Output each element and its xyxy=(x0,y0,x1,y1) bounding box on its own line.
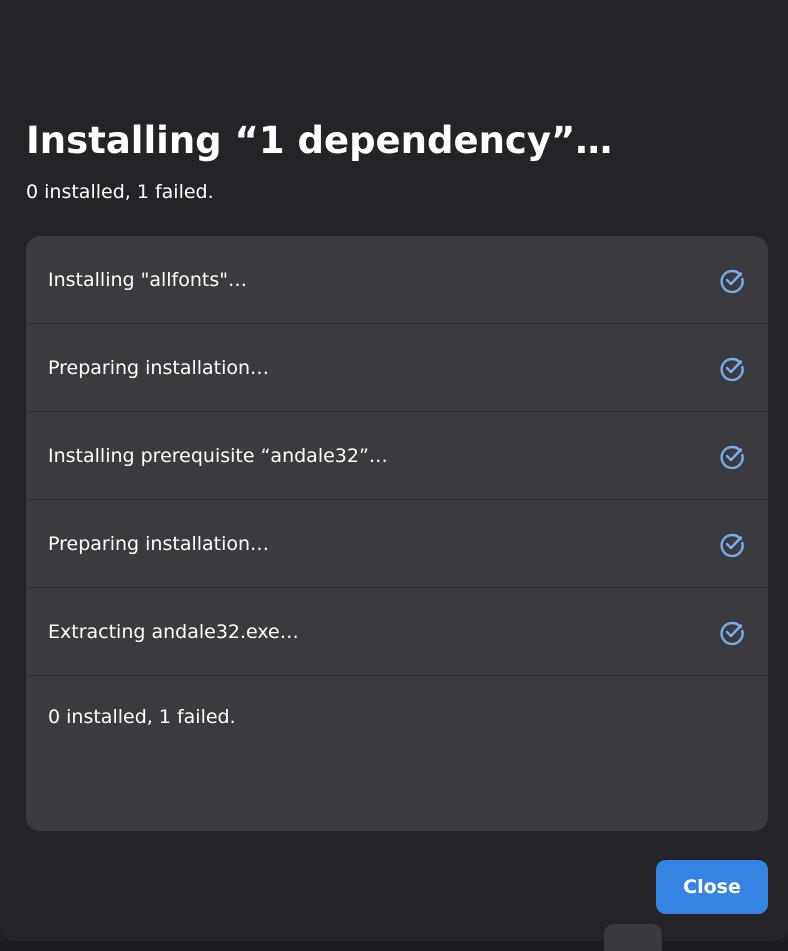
check-circle-icon xyxy=(718,618,746,646)
step-row: Extracting andale32.exe… xyxy=(26,588,768,676)
check-circle-icon xyxy=(718,354,746,382)
step-label: Preparing installation… xyxy=(48,356,270,379)
background-window-strip xyxy=(0,941,788,951)
dialog-title: Installing “1 dependency”… xyxy=(26,119,613,162)
step-label: Extracting andale32.exe… xyxy=(48,620,299,643)
step-row: Installing "allfonts"… xyxy=(26,236,768,324)
progress-list[interactable]: Installing "allfonts"… Preparing install… xyxy=(26,236,768,831)
step-label: Preparing installation… xyxy=(48,532,270,555)
check-circle-icon xyxy=(718,442,746,470)
step-row: Preparing installation… xyxy=(26,324,768,412)
check-circle-icon xyxy=(718,530,746,558)
dialog-subtitle: 0 installed, 1 failed. xyxy=(26,181,214,203)
install-dialog: Installing “1 dependency”… 0 installed, … xyxy=(0,0,788,941)
step-row: Preparing installation… xyxy=(26,500,768,588)
install-summary: 0 installed, 1 failed. xyxy=(48,706,236,728)
step-row: Installing prerequisite “andale32”… xyxy=(26,412,768,500)
check-circle-icon xyxy=(718,266,746,294)
close-button[interactable]: Close xyxy=(656,860,768,914)
step-label: Installing "allfonts"… xyxy=(48,268,247,291)
background-tab xyxy=(604,924,662,951)
step-label: Installing prerequisite “andale32”… xyxy=(48,444,388,467)
